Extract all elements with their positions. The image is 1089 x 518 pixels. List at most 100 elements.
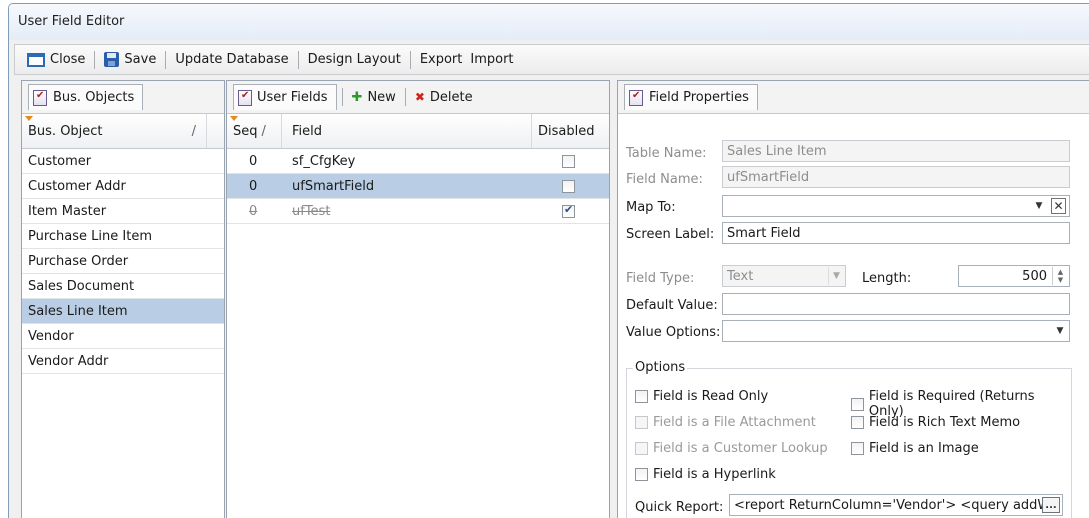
image-label: Field is an Image: [869, 441, 979, 456]
tab-bus-objects[interactable]: Bus. Objects: [28, 84, 144, 110]
field-column[interactable]: Field: [282, 114, 532, 148]
tab-user-fields[interactable]: User Fields: [233, 84, 337, 110]
window-title: User Field Editor: [9, 4, 1089, 40]
customer-lookup-checkbox[interactable]: [635, 442, 648, 455]
sort-indicator-icon: [25, 116, 33, 121]
bus-object-column[interactable]: Bus. Object /: [22, 114, 207, 148]
length-value: 500: [1022, 268, 1047, 284]
bus-object-label: Vendor Addr: [28, 353, 109, 369]
field-name-label: Field Name:: [626, 172, 703, 187]
bus-object-column-header[interactable]: Bus. Object /: [22, 114, 224, 149]
file-attachment-checkbox[interactable]: [635, 416, 648, 429]
field-type-label: Field Type:: [626, 271, 695, 286]
update-database-button[interactable]: Update Database: [171, 52, 292, 67]
design-layout-button[interactable]: Design Layout: [304, 52, 405, 67]
user-fields-column-header: Seq / Field Disabled: [227, 114, 609, 149]
customer-lookup-option[interactable]: Field is a Customer Lookup: [635, 441, 828, 456]
hyperlink-checkbox[interactable]: [635, 468, 648, 481]
read-only-option[interactable]: Field is Read Only: [635, 389, 768, 404]
image-checkbox[interactable]: [851, 442, 864, 455]
close-label: Close: [50, 52, 86, 67]
delete-field-button[interactable]: ✖ Delete: [411, 90, 477, 105]
rich-text-checkbox[interactable]: [851, 416, 864, 429]
hyperlink-label: Field is a Hyperlink: [653, 467, 776, 482]
field-name-cell: ufSmartField: [292, 178, 375, 194]
disabled-checkbox[interactable]: [562, 203, 575, 218]
default-value-label: Default Value:: [626, 298, 718, 313]
length-label: Length:: [862, 271, 912, 286]
customer-lookup-label: Field is a Customer Lookup: [653, 441, 828, 456]
save-button[interactable]: Save: [100, 52, 160, 67]
file-attachment-label: Field is a File Attachment: [653, 415, 816, 430]
table-row[interactable]: 0 sf_CfgKey: [227, 149, 609, 174]
sort-indicator-icon: [230, 116, 238, 121]
image-option[interactable]: Field is an Image: [851, 441, 979, 456]
toolbar-separator: [94, 50, 96, 69]
rich-text-option[interactable]: Field is Rich Text Memo: [851, 415, 1020, 430]
default-value-field[interactable]: [722, 293, 1070, 315]
list-item[interactable]: Customer: [22, 149, 224, 174]
spinner-arrows-icon[interactable]: ▲ ▼: [1052, 267, 1068, 285]
form-icon: [238, 89, 252, 106]
quick-report-label: Quick Report:: [635, 500, 724, 515]
table-name-field[interactable]: Sales Line Item: [722, 140, 1070, 162]
sort-glyph: /: [191, 123, 196, 139]
bus-objects-tab-label: Bus. Objects: [53, 90, 135, 105]
chevron-down-icon[interactable]: ▼: [1031, 197, 1047, 215]
rich-text-label: Field is Rich Text Memo: [869, 415, 1021, 430]
required-checkbox[interactable]: [851, 397, 864, 411]
toolbar-separator: [341, 88, 343, 106]
value-options-select[interactable]: ▼: [722, 320, 1070, 342]
field-properties-header: Field Properties: [618, 81, 1089, 114]
quick-report-field[interactable]: <report ReturnColumn='Vendor'> <query ad…: [729, 494, 1063, 516]
field-type-select[interactable]: Text ▼: [722, 265, 846, 287]
seq-column[interactable]: Seq /: [227, 114, 282, 148]
close-button[interactable]: Close: [23, 52, 89, 67]
map-to-select[interactable]: ▼ ✕: [722, 195, 1070, 217]
table-name-label: Table Name:: [626, 146, 707, 161]
bus-object-label: Purchase Order: [28, 253, 129, 269]
field-header-label: Field: [292, 123, 323, 139]
list-item[interactable]: Item Master: [22, 199, 224, 224]
disabled-checkbox[interactable]: [562, 154, 575, 168]
read-only-checkbox[interactable]: [635, 390, 648, 403]
bus-objects-panel: Bus. Objects Bus. Object / CustomerCusto…: [21, 80, 225, 518]
list-item[interactable]: Purchase Order: [22, 249, 224, 274]
toolbar-separator: [409, 50, 411, 69]
export-button[interactable]: Export: [416, 52, 467, 67]
field-name-field[interactable]: ufSmartField: [722, 166, 1070, 188]
table-row[interactable]: 0 ufSmartField: [227, 174, 609, 199]
tab-field-properties[interactable]: Field Properties: [624, 84, 758, 110]
list-item[interactable]: Vendor: [22, 324, 224, 349]
length-stepper[interactable]: 500 ▲ ▼: [958, 265, 1070, 287]
close-window-icon: [27, 52, 45, 67]
bus-object-header-label: Bus. Object: [28, 123, 103, 139]
bus-object-list: Customer Customer Addr Item Master Purchase…: [22, 149, 224, 374]
new-field-button[interactable]: ✚ New: [348, 90, 400, 105]
seq-cell: 0: [249, 203, 258, 219]
new-label: New: [367, 89, 396, 105]
list-item[interactable]: Customer Addr: [22, 174, 224, 199]
disabled-checkbox[interactable]: [562, 179, 575, 193]
user-field-editor-window: User Field Editor Close Save Update Data…: [8, 3, 1089, 518]
plus-icon: ✚: [351, 89, 363, 105]
hyperlink-option[interactable]: Field is a Hyperlink: [635, 467, 776, 482]
list-item[interactable]: Sales Line Item: [22, 299, 224, 324]
list-item[interactable]: Purchase Line Item: [22, 224, 224, 249]
read-only-label: Field is Read Only: [653, 389, 769, 404]
ellipsis-button[interactable]: ...: [1042, 497, 1060, 513]
screen-label-field[interactable]: Smart Field: [722, 222, 1070, 244]
clear-x-icon[interactable]: ✕: [1051, 198, 1066, 214]
table-row[interactable]: 0 ufTest: [227, 199, 609, 224]
user-fields-panel: User Fields ✚ New ✖ Delete Seq / Field: [226, 80, 610, 518]
file-attachment-option[interactable]: Field is a File Attachment: [635, 415, 816, 430]
list-item[interactable]: Vendor Addr: [22, 349, 224, 374]
seq-cell: 0: [249, 153, 258, 169]
disabled-column[interactable]: Disabled: [532, 114, 609, 148]
toolbar-separator: [297, 50, 299, 69]
list-item[interactable]: Sales Document: [22, 274, 224, 299]
chevron-down-icon[interactable]: ▼: [1052, 322, 1068, 340]
field-type-value: Text: [727, 268, 754, 284]
import-button[interactable]: Import: [466, 52, 517, 67]
disabled-header-label: Disabled: [538, 123, 595, 139]
